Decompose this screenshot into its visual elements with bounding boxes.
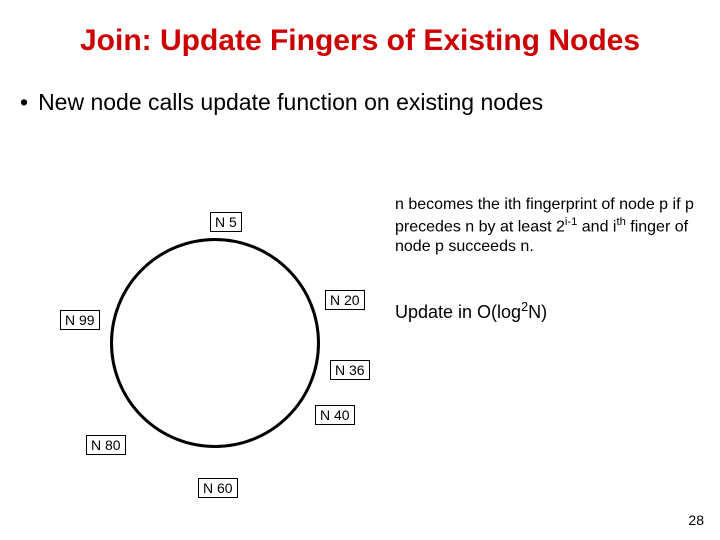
slide-title: Join: Update Fingers of Existing Nodes (0, 0, 720, 59)
node-n20: N 20 (325, 290, 365, 310)
complexity-text: Update in O(log2N) (395, 300, 547, 323)
node-n40: N 40 (315, 405, 355, 425)
bullet-dot: • (20, 89, 28, 116)
node-n60: N 60 (198, 478, 238, 498)
chord-ring-diagram: N 5 N 20 N 36 N 40 N 60 N 80 N 99 (60, 210, 340, 490)
bullet-line: • New node calls update function on exis… (20, 89, 720, 116)
bullet-text: New node calls update function on existi… (38, 89, 543, 116)
rule-text: n becomes the ith fingerprint of node p … (395, 195, 695, 257)
node-n5: N 5 (210, 212, 242, 232)
ring-circle (110, 238, 320, 448)
node-n99: N 99 (60, 310, 100, 330)
node-n80: N 80 (86, 435, 126, 455)
node-n36: N 36 (330, 360, 370, 380)
page-number: 28 (688, 512, 704, 528)
slide: Join: Update Fingers of Existing Nodes •… (0, 0, 720, 540)
